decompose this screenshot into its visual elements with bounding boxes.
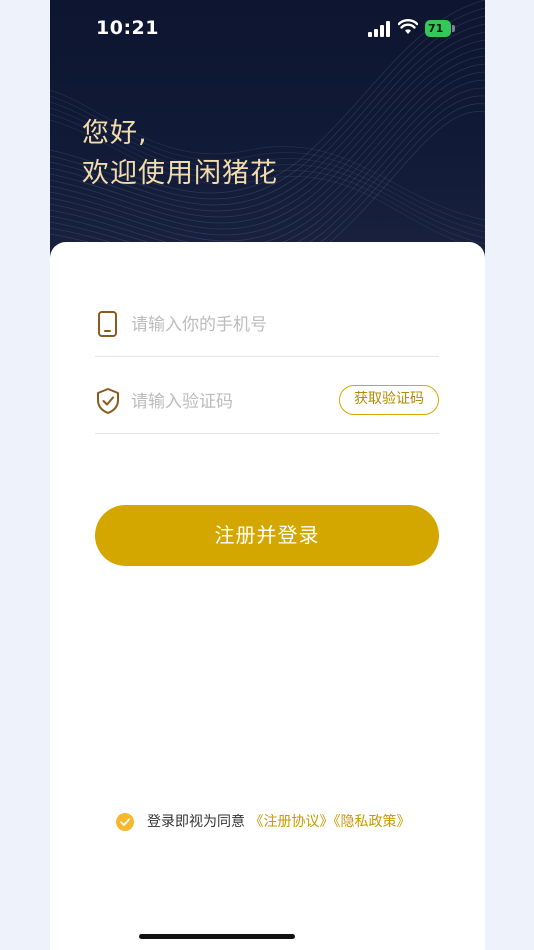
phone-field xyxy=(95,292,439,357)
verification-code-input[interactable] xyxy=(129,383,333,421)
home-indicator xyxy=(139,934,295,939)
status-time: 10:21 xyxy=(96,17,159,39)
check-circle-icon[interactable] xyxy=(116,813,134,831)
privacy-link[interactable]: 《隐私政策》 xyxy=(333,814,410,830)
agreement-text: 登录即视为同意 《注册协议》《隐私政策》 xyxy=(147,811,410,833)
battery-level: 71 xyxy=(425,20,451,37)
terms-link[interactable]: 《注册协议》 xyxy=(249,814,333,830)
phone-icon xyxy=(98,311,117,337)
status-bar: 10:21 71 xyxy=(50,0,485,60)
agreement-prefix: 登录即视为同意 xyxy=(147,814,245,830)
cellular-signal-icon xyxy=(368,21,390,37)
register-login-button[interactable]: 注册并登录 xyxy=(95,505,439,566)
get-code-button[interactable]: 获取验证码 xyxy=(339,385,439,415)
login-card: 获取验证码 注册并登录 登录即视为同意 《注册协议》《隐私政策》 xyxy=(50,242,485,950)
welcome-greeting: 您好, 欢迎使用闲猪花 xyxy=(82,114,278,194)
wifi-icon xyxy=(398,19,418,34)
greeting-line-2: 欢迎使用闲猪花 xyxy=(82,158,278,189)
battery-icon: 71 xyxy=(425,20,455,37)
phone-input[interactable] xyxy=(129,306,333,344)
phone-screen: 10:21 71 您好, 欢迎使用闲猪花 请输入你的手机号 请输入验证码 获取验… xyxy=(50,0,485,950)
hero-header: 10:21 71 您好, 欢迎使用闲猪花 xyxy=(50,0,485,270)
shield-check-icon xyxy=(97,388,119,414)
verification-code-field: 获取验证码 xyxy=(95,369,439,434)
greeting-line-1: 您好, xyxy=(82,118,148,149)
